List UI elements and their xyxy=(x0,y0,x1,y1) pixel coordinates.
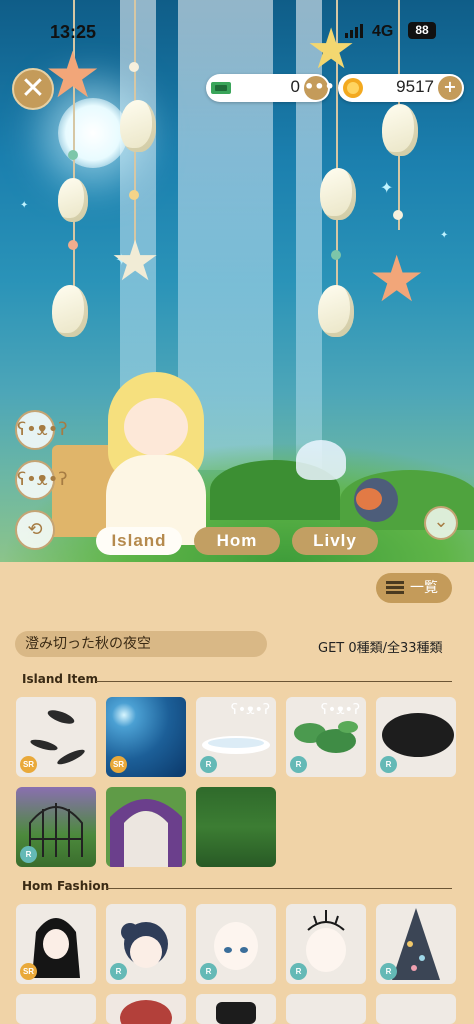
section-divider xyxy=(96,681,452,682)
rotate-button[interactable]: ⟲ xyxy=(15,510,55,550)
bead xyxy=(68,240,78,250)
jellyfish xyxy=(296,440,346,480)
tab-livly[interactable]: Livly xyxy=(292,527,378,555)
bead xyxy=(129,190,139,200)
bird-belly xyxy=(356,488,382,510)
bear-badge-icon: ʕ•ᴥ•ʔ xyxy=(230,702,270,718)
bead xyxy=(393,210,403,220)
island-item-black-fluff[interactable]: R xyxy=(376,697,456,777)
island-item-starry-night-sky[interactable]: SR xyxy=(106,697,186,777)
collection-name: 澄み切った秋の夜空 xyxy=(15,631,267,657)
chevron-down-icon: ⌄ xyxy=(433,511,449,532)
island-item-white-flowers[interactable]: ʕ•ᴥ•ʔ R xyxy=(196,697,276,777)
hom-item-partial[interactable] xyxy=(196,994,276,1024)
hom-item-face-makeup[interactable]: R xyxy=(196,904,276,984)
bear-emote-button[interactable]: ʕ•ᴥ•ʔ xyxy=(15,410,68,450)
character-face xyxy=(124,398,188,456)
rarity-badge: SR xyxy=(20,963,37,980)
ticket-counter: 0 ••• xyxy=(206,74,335,102)
rarity-badge: R xyxy=(110,963,127,980)
coin-icon xyxy=(343,78,363,98)
seashell xyxy=(320,168,356,220)
island-item-black-feathers[interactable]: SR xyxy=(16,697,96,777)
ticket-count: 0 xyxy=(290,77,300,96)
island-scene: ✦ ✦ ✦ ✦ ★ ★ ★ ★ 13:25 4G 88 ✕ 0 ••• 9517… xyxy=(0,0,474,562)
starfish-icon: ★ xyxy=(368,243,426,317)
seashell xyxy=(52,285,88,337)
rarity-badge: R xyxy=(380,756,397,773)
bear-icon: ʕ•ᴥ•ʔ xyxy=(17,419,68,440)
close-button[interactable]: ✕ xyxy=(12,68,54,110)
battery-icon: 88 xyxy=(408,22,436,39)
hat-icon xyxy=(120,1000,172,1024)
list-view-button[interactable]: 一覧 xyxy=(376,573,452,603)
network-label: 4G xyxy=(372,23,394,40)
rarity-badge: R xyxy=(200,963,217,980)
section-title-island: Island Item xyxy=(22,672,98,686)
hom-item-thorn-halo[interactable]: R xyxy=(286,904,366,984)
section-divider xyxy=(106,888,452,889)
coin-add-button[interactable]: + xyxy=(438,76,462,100)
status-time: 13:25 xyxy=(50,22,97,42)
hom-item-partial[interactable] xyxy=(106,994,186,1024)
seashell xyxy=(58,178,88,222)
rarity-badge: R xyxy=(290,756,307,773)
hom-item-floral-cape[interactable]: R xyxy=(376,904,456,984)
section-title-hom: Hom Fashion xyxy=(22,879,110,893)
sparkle-icon: ✦ xyxy=(440,230,449,241)
sparkle-icon: ✦ xyxy=(20,200,29,211)
bead xyxy=(68,150,78,160)
bead xyxy=(129,62,139,72)
ticket-more-button[interactable]: ••• xyxy=(304,76,335,100)
hom-item-partial[interactable] xyxy=(376,994,456,1024)
seashell xyxy=(318,285,354,337)
seashell xyxy=(120,100,156,152)
tab-island[interactable]: Island xyxy=(96,527,182,555)
hom-item-navy-bun-hair[interactable]: R xyxy=(106,904,186,984)
app-root: ✦ ✦ ✦ ✦ ★ ★ ★ ★ 13:25 4G 88 ✕ 0 ••• 9517… xyxy=(0,0,474,1024)
rarity-badge: R xyxy=(200,756,217,773)
starfish-icon: ★ xyxy=(44,39,102,113)
island-item-vine-cage[interactable]: R xyxy=(16,787,96,867)
rarity-badge: R xyxy=(290,963,307,980)
ticket-icon xyxy=(211,82,231,94)
arch-icon xyxy=(110,799,182,867)
island-item-grape-arch[interactable] xyxy=(106,787,186,867)
bear-icon: ʕ•ᴥ•ʔ xyxy=(17,469,68,490)
starfish-icon: ★ xyxy=(110,229,161,294)
island-item-hedge-backdrop[interactable] xyxy=(196,787,276,867)
coin-counter: 9517 + xyxy=(338,74,464,102)
bear-camera-button[interactable]: ʕ•ᴥ•ʔ xyxy=(15,460,68,500)
hat-icon xyxy=(216,1002,256,1024)
rarity-badge: SR xyxy=(20,756,37,773)
rarity-badge: R xyxy=(380,963,397,980)
tab-hom[interactable]: Hom xyxy=(194,527,280,555)
bead xyxy=(331,250,341,260)
bear-badge-icon: ʕ•ᴥ•ʔ xyxy=(320,702,360,718)
hom-item-black-long-hair[interactable]: SR xyxy=(16,904,96,984)
collection-count: GET 0種類/全33種類 xyxy=(318,641,443,656)
hom-item-partial[interactable] xyxy=(286,994,366,1024)
hom-item-partial[interactable] xyxy=(16,994,96,1024)
expand-button[interactable]: ⌄ xyxy=(424,506,458,540)
coin-count: 9517 xyxy=(396,77,434,96)
sparkle-icon: ✦ xyxy=(380,178,394,197)
list-view-label: 一覧 xyxy=(410,580,438,596)
list-icon xyxy=(386,581,404,595)
rarity-badge: SR xyxy=(110,756,127,773)
signal-icon xyxy=(345,24,363,38)
rarity-badge: R xyxy=(20,846,37,863)
seashell xyxy=(382,104,418,156)
island-item-lily-pads[interactable]: ʕ•ᴥ•ʔ R xyxy=(286,697,366,777)
rotate-icon: ⟲ xyxy=(27,519,43,540)
